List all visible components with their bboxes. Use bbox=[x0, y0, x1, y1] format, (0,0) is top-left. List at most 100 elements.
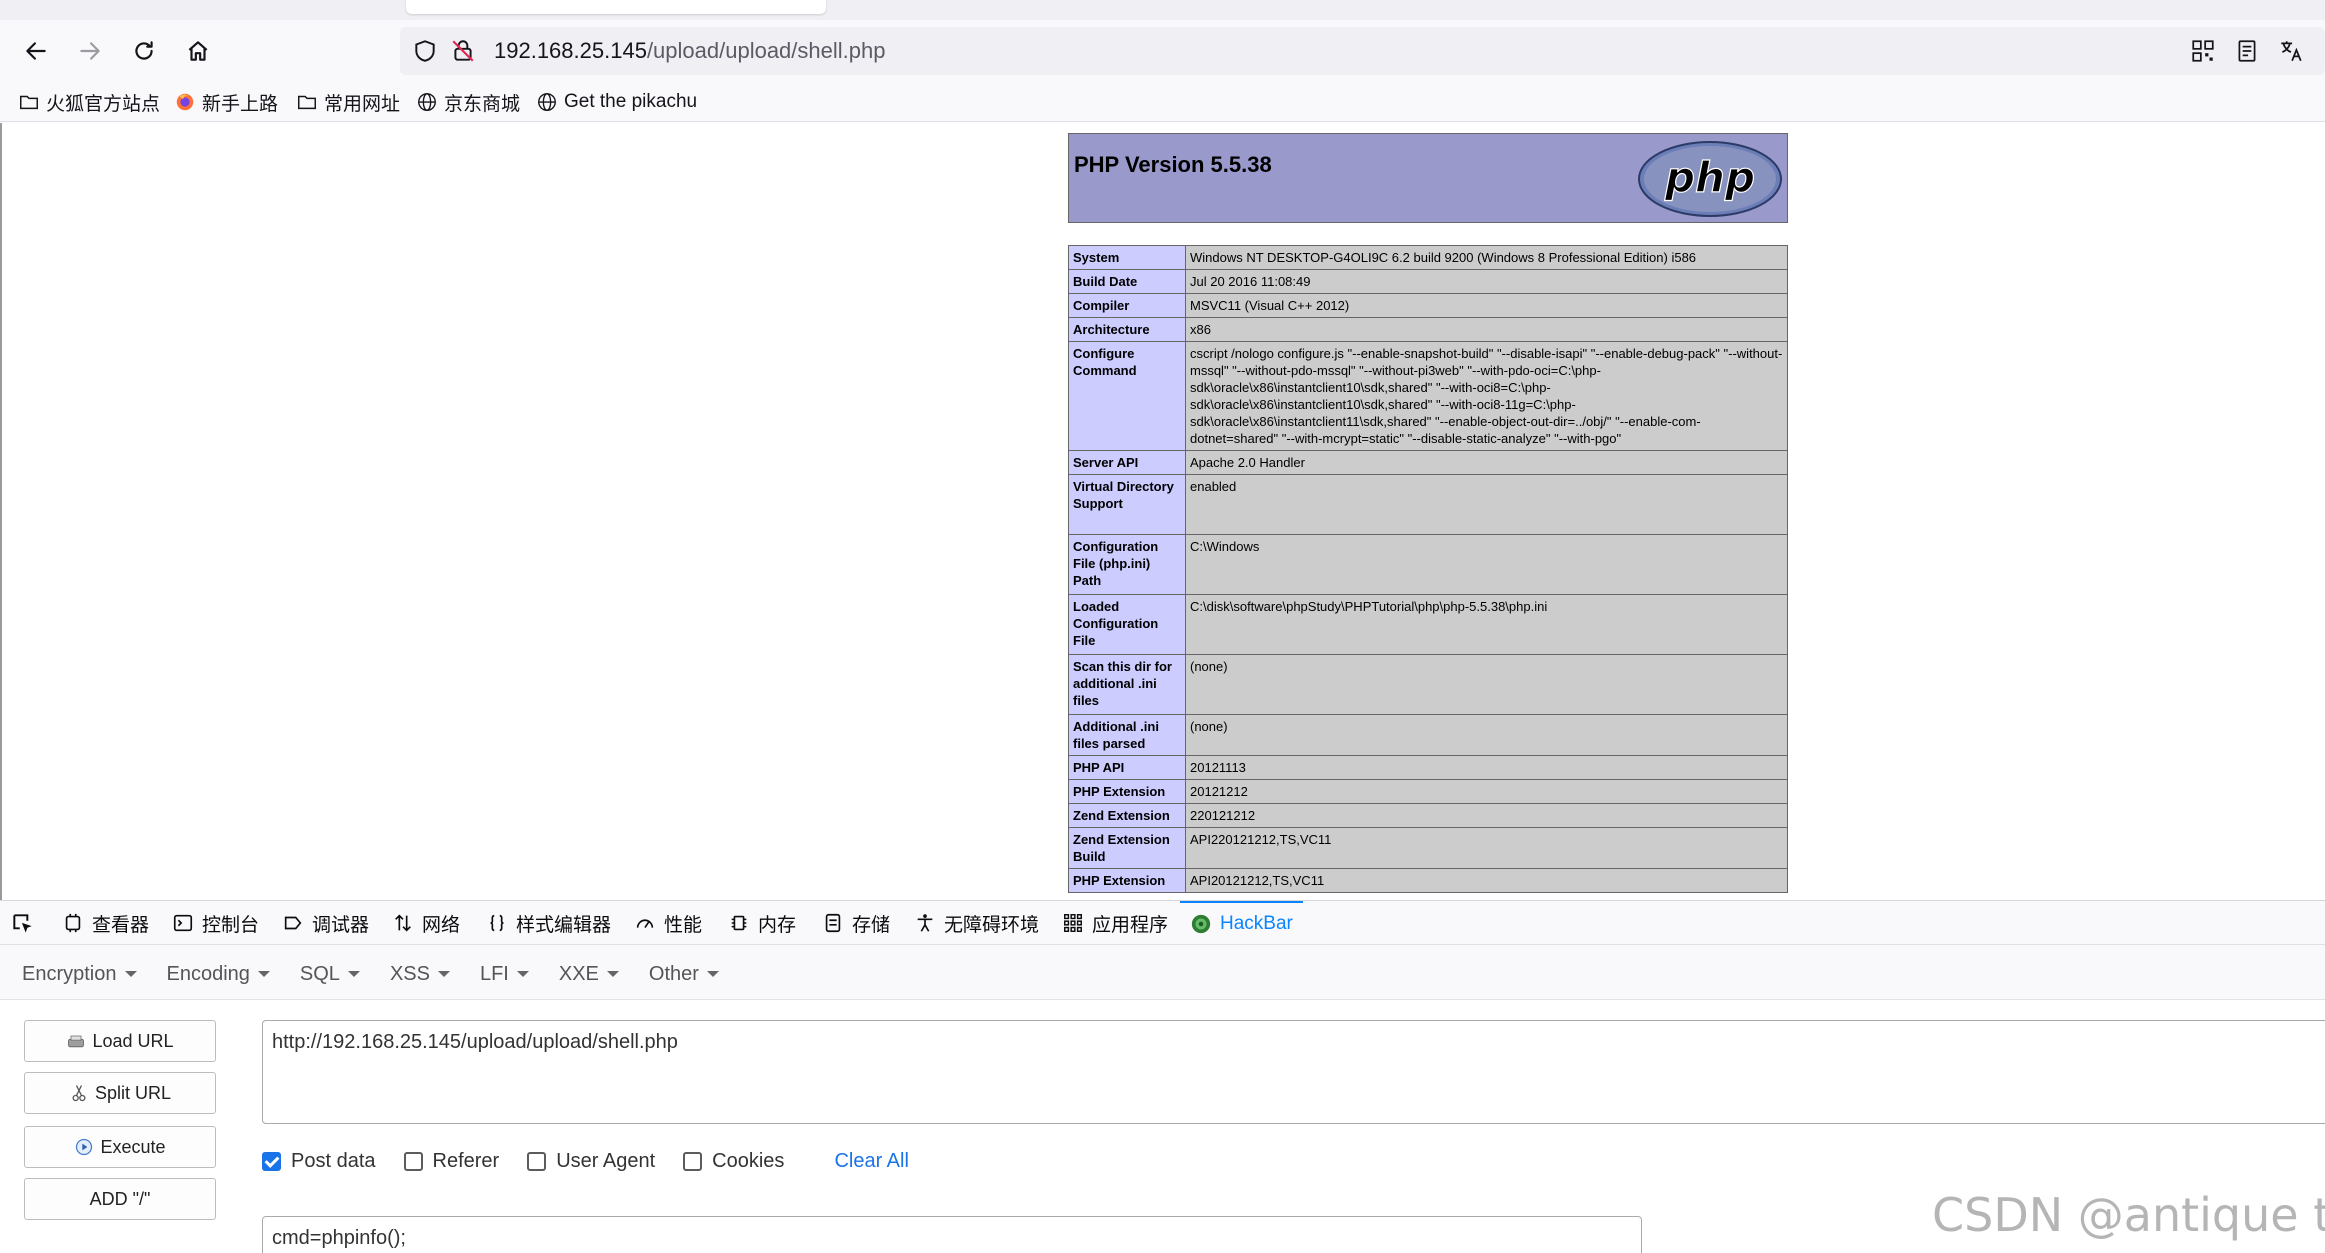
row-value: 220121212 bbox=[1185, 803, 1788, 828]
storage-icon bbox=[825, 913, 841, 933]
row-key: PHP Extension bbox=[1068, 779, 1186, 804]
network-icon bbox=[395, 914, 411, 932]
row-value: 20121212 bbox=[1185, 779, 1788, 804]
shield-icon[interactable] bbox=[412, 38, 438, 64]
php-logo[interactable]: php bbox=[1637, 140, 1783, 218]
tab-style-editor[interactable]: 样式编辑器 bbox=[486, 901, 611, 945]
back-button[interactable] bbox=[16, 31, 56, 71]
tab-console[interactable]: 控制台 bbox=[172, 901, 259, 945]
tab-inspector[interactable]: 查看器 bbox=[62, 901, 149, 945]
devtools-tab-bar: 查看器 控制台 调试器 网络 样式编辑器 性能 内存 存储 无障碍环境 应用程序… bbox=[0, 901, 2325, 945]
checkbox-label: Cookies bbox=[712, 1149, 785, 1172]
menu-sql[interactable]: SQL bbox=[300, 963, 360, 986]
checkbox-label: User Agent bbox=[556, 1149, 656, 1172]
tab-memory[interactable]: 内存 bbox=[728, 901, 796, 945]
qr-code-icon[interactable] bbox=[2190, 38, 2216, 64]
referer-checkbox[interactable]: Referer bbox=[403, 1150, 499, 1173]
row-value: (none) bbox=[1185, 714, 1788, 756]
active-tab[interactable] bbox=[406, 0, 826, 14]
menu-lfi[interactable]: LFI bbox=[480, 963, 529, 986]
row-key: Architecture bbox=[1068, 317, 1186, 342]
globe-icon bbox=[538, 93, 556, 111]
arrow-right-icon bbox=[80, 42, 100, 60]
row-key: Additional .ini files parsed bbox=[1068, 714, 1186, 756]
tab-label: 控制台 bbox=[202, 914, 260, 936]
insecure-lock-icon[interactable] bbox=[450, 38, 476, 64]
checkbox-label: Post data bbox=[291, 1149, 376, 1172]
button-label: Load URL bbox=[92, 1030, 174, 1051]
translate-icon[interactable] bbox=[2278, 38, 2304, 64]
menu-label: LFI bbox=[479, 962, 509, 985]
tab-performance[interactable]: 性能 bbox=[634, 901, 702, 945]
menu-label: Encryption bbox=[22, 962, 117, 985]
element-picker-icon[interactable] bbox=[10, 911, 36, 937]
tab-debugger[interactable]: 调试器 bbox=[282, 901, 369, 945]
split-url-button[interactable]: Split URL bbox=[24, 1072, 216, 1114]
bookmark-jd[interactable]: 京东商城 bbox=[416, 89, 520, 115]
table-row: Loaded Configuration File C:\disk\softwar… bbox=[1068, 594, 1788, 655]
accessibility-icon bbox=[917, 914, 933, 932]
load-url-button[interactable]: Load URL bbox=[24, 1020, 216, 1062]
row-key: Configuration File (php.ini) Path bbox=[1068, 534, 1186, 595]
row-value: 20121113 bbox=[1185, 755, 1788, 780]
post-data-textarea[interactable]: cmd=phpinfo(); bbox=[262, 1216, 1642, 1253]
url-textarea[interactable]: http://192.168.25.145/upload/upload/shel… bbox=[262, 1020, 2325, 1124]
arrow-left-icon bbox=[26, 42, 46, 60]
execute-button[interactable]: Execute bbox=[24, 1126, 216, 1168]
bookmark-label: 火狐官方站点 bbox=[46, 93, 161, 115]
caret-down-icon bbox=[606, 971, 619, 977]
menu-label: Encoding bbox=[166, 962, 250, 985]
user-agent-checkbox[interactable]: User Agent bbox=[527, 1150, 655, 1173]
menu-other[interactable]: Other bbox=[649, 963, 719, 986]
url-text[interactable]: 192.168.25.145/upload/upload/shell.php bbox=[494, 38, 885, 64]
row-value: (none) bbox=[1185, 654, 1788, 715]
clear-all-link[interactable]: Clear All bbox=[834, 1150, 908, 1173]
row-value: API220121212,TS,VC11 bbox=[1185, 827, 1788, 869]
menu-xxe[interactable]: XXE bbox=[559, 963, 619, 986]
checkbox-unchecked-icon bbox=[683, 1151, 703, 1171]
bookmark-common-sites[interactable]: 常用网址 bbox=[296, 89, 400, 115]
row-key: PHP API bbox=[1068, 755, 1186, 780]
post-data-checkbox[interactable]: Post data bbox=[262, 1150, 376, 1173]
table-row: PHP Extension 20121212 bbox=[1068, 779, 1788, 804]
tab-label: HackBar bbox=[1220, 913, 1293, 934]
caret-down-icon bbox=[437, 971, 450, 977]
forward-button[interactable] bbox=[70, 31, 110, 71]
menu-xss[interactable]: XSS bbox=[390, 963, 450, 986]
row-key: Virtual Directory Support bbox=[1068, 474, 1186, 535]
tab-storage[interactable]: 存储 bbox=[822, 901, 890, 945]
menu-encryption[interactable]: Encryption bbox=[22, 963, 137, 986]
row-value: enabled bbox=[1185, 474, 1788, 535]
tab-label: 性能 bbox=[664, 914, 703, 936]
cookies-checkbox[interactable]: Cookies bbox=[683, 1150, 784, 1173]
checkbox-unchecked-icon bbox=[527, 1151, 547, 1171]
tab-accessibility[interactable]: 无障碍环境 bbox=[914, 901, 1039, 945]
tab-label: 内存 bbox=[758, 914, 797, 936]
menu-label: XSS bbox=[389, 962, 430, 985]
row-value: Jul 20 2016 11:08:49 bbox=[1185, 269, 1788, 294]
url-path: /upload/upload/shell.php bbox=[646, 38, 886, 63]
row-value: API20121212,TS,VC11 bbox=[1185, 868, 1788, 893]
bookmark-label: Get the pikachu bbox=[564, 91, 698, 112]
play-icon bbox=[76, 1138, 93, 1156]
row-key: Zend Extension bbox=[1068, 803, 1186, 828]
bookmark-label: 京东商城 bbox=[444, 93, 521, 115]
tab-network[interactable]: 网络 bbox=[392, 901, 460, 945]
reader-view-icon[interactable] bbox=[2234, 38, 2260, 64]
bookmark-firefox-official[interactable]: 火狐官方站点 bbox=[18, 89, 160, 115]
table-row: Additional .ini files parsed (none) bbox=[1068, 714, 1788, 756]
menu-encoding[interactable]: Encoding bbox=[167, 963, 270, 986]
add-slash-button[interactable]: ADD "/" bbox=[24, 1178, 216, 1220]
braces-icon bbox=[490, 914, 504, 932]
debugger-icon bbox=[284, 916, 302, 930]
url-bar[interactable]: 192.168.25.145/upload/upload/shell.php bbox=[400, 27, 2325, 75]
reload-button[interactable] bbox=[124, 31, 164, 71]
tab-hackbar[interactable]: HackBar bbox=[1180, 901, 1303, 945]
row-key: Compiler bbox=[1068, 293, 1186, 318]
tab-label: 调试器 bbox=[312, 914, 370, 936]
tab-application[interactable]: 应用程序 bbox=[1062, 901, 1168, 945]
bookmark-pikachu[interactable]: Get the pikachu bbox=[536, 89, 697, 115]
home-button[interactable] bbox=[178, 31, 218, 71]
bookmark-getting-started[interactable]: 新手上路 bbox=[174, 89, 278, 115]
button-label: ADD "/" bbox=[89, 1188, 151, 1209]
